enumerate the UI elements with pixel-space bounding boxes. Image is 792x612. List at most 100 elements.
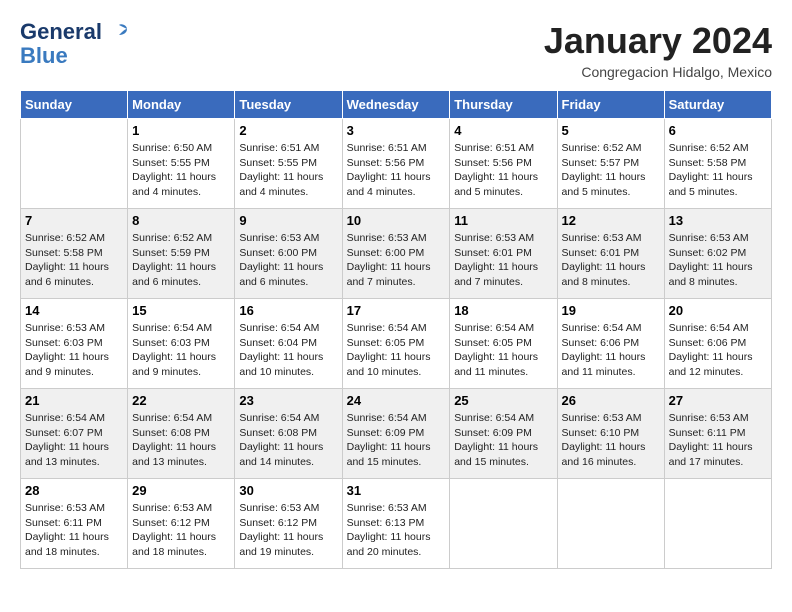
calendar-table: SundayMondayTuesdayWednesdayThursdayFrid…	[20, 90, 772, 569]
day-info: Sunrise: 6:54 AMSunset: 6:06 PMDaylight:…	[669, 321, 767, 380]
day-number: 2	[239, 123, 337, 138]
day-number: 13	[669, 213, 767, 228]
day-number: 5	[562, 123, 660, 138]
calendar-cell	[664, 479, 771, 569]
calendar-cell: 17 Sunrise: 6:54 AMSunset: 6:05 PMDayligh…	[342, 299, 450, 389]
calendar-cell: 28 Sunrise: 6:53 AMSunset: 6:11 PMDayligh…	[21, 479, 128, 569]
calendar-cell: 30 Sunrise: 6:53 AMSunset: 6:12 PMDayligh…	[235, 479, 342, 569]
calendar-cell: 2 Sunrise: 6:51 AMSunset: 5:55 PMDaylight…	[235, 119, 342, 209]
day-number: 26	[562, 393, 660, 408]
day-number: 21	[25, 393, 123, 408]
day-info: Sunrise: 6:53 AMSunset: 6:01 PMDaylight:…	[454, 231, 552, 290]
weekday-header: Tuesday	[235, 91, 342, 119]
day-info: Sunrise: 6:54 AMSunset: 6:06 PMDaylight:…	[562, 321, 660, 380]
day-number: 24	[347, 393, 446, 408]
day-info: Sunrise: 6:54 AMSunset: 6:08 PMDaylight:…	[132, 411, 230, 470]
day-info: Sunrise: 6:53 AMSunset: 6:00 PMDaylight:…	[347, 231, 446, 290]
calendar-cell	[21, 119, 128, 209]
weekday-header: Thursday	[450, 91, 557, 119]
calendar-week-row: 28 Sunrise: 6:53 AMSunset: 6:11 PMDayligh…	[21, 479, 772, 569]
calendar-cell: 18 Sunrise: 6:54 AMSunset: 6:05 PMDayligh…	[450, 299, 557, 389]
day-number: 17	[347, 303, 446, 318]
location: Congregacion Hidalgo, Mexico	[544, 64, 772, 80]
calendar-header-row: SundayMondayTuesdayWednesdayThursdayFrid…	[21, 91, 772, 119]
day-info: Sunrise: 6:53 AMSunset: 6:12 PMDaylight:…	[132, 501, 230, 560]
day-number: 3	[347, 123, 446, 138]
calendar-cell: 13 Sunrise: 6:53 AMSunset: 6:02 PMDayligh…	[664, 209, 771, 299]
day-number: 30	[239, 483, 337, 498]
day-number: 28	[25, 483, 123, 498]
day-number: 31	[347, 483, 446, 498]
calendar-cell: 19 Sunrise: 6:54 AMSunset: 6:06 PMDayligh…	[557, 299, 664, 389]
calendar-cell: 3Sunrise: 6:51 AMSunset: 5:56 PMDaylight…	[342, 119, 450, 209]
day-info: Sunrise: 6:53 AMSunset: 6:10 PMDaylight:…	[562, 411, 660, 470]
day-number: 27	[669, 393, 767, 408]
day-number: 4	[454, 123, 552, 138]
day-number: 14	[25, 303, 123, 318]
calendar-cell: 6 Sunrise: 6:52 AMSunset: 5:58 PMDaylight…	[664, 119, 771, 209]
day-info: Sunrise: 6:53 AMSunset: 6:01 PMDaylight:…	[562, 231, 660, 290]
logo: General Blue	[20, 20, 129, 68]
calendar-cell: 24 Sunrise: 6:54 AMSunset: 6:09 PMDayligh…	[342, 389, 450, 479]
calendar-cell: 29 Sunrise: 6:53 AMSunset: 6:12 PMDayligh…	[128, 479, 235, 569]
day-info: Sunrise: 6:53 AMSunset: 6:12 PMDaylight:…	[239, 501, 337, 560]
day-info: Sunrise: 6:54 AMSunset: 6:07 PMDaylight:…	[25, 411, 123, 470]
calendar-cell: 16 Sunrise: 6:54 AMSunset: 6:04 PMDayligh…	[235, 299, 342, 389]
day-info: Sunrise: 6:52 AMSunset: 5:58 PMDaylight:…	[669, 141, 767, 200]
day-number: 25	[454, 393, 552, 408]
calendar-cell: 11 Sunrise: 6:53 AMSunset: 6:01 PMDayligh…	[450, 209, 557, 299]
day-number: 12	[562, 213, 660, 228]
day-info: Sunrise: 6:53 AMSunset: 6:11 PMDaylight:…	[25, 501, 123, 560]
calendar-cell: 8 Sunrise: 6:52 AMSunset: 5:59 PMDaylight…	[128, 209, 235, 299]
weekday-header: Saturday	[664, 91, 771, 119]
calendar-cell: 9Sunrise: 6:53 AMSunset: 6:00 PMDaylight…	[235, 209, 342, 299]
weekday-header: Friday	[557, 91, 664, 119]
weekday-header: Sunday	[21, 91, 128, 119]
day-number: 16	[239, 303, 337, 318]
day-info: Sunrise: 6:53 AMSunset: 6:02 PMDaylight:…	[669, 231, 767, 290]
calendar-cell	[450, 479, 557, 569]
calendar-cell: 22 Sunrise: 6:54 AMSunset: 6:08 PMDayligh…	[128, 389, 235, 479]
day-number: 7	[25, 213, 123, 228]
calendar-cell: 26 Sunrise: 6:53 AMSunset: 6:10 PMDayligh…	[557, 389, 664, 479]
day-number: 19	[562, 303, 660, 318]
day-number: 23	[239, 393, 337, 408]
day-info: Sunrise: 6:53 AMSunset: 6:00 PMDaylight:…	[239, 231, 337, 290]
day-number: 10	[347, 213, 446, 228]
calendar-cell: 27 Sunrise: 6:53 AMSunset: 6:11 PMDayligh…	[664, 389, 771, 479]
day-number: 6	[669, 123, 767, 138]
day-info: Sunrise: 6:53 AMSunset: 6:03 PMDaylight:…	[25, 321, 123, 380]
day-number: 11	[454, 213, 552, 228]
logo-blue: Blue	[20, 44, 129, 68]
day-info: Sunrise: 6:52 AMSunset: 5:59 PMDaylight:…	[132, 231, 230, 290]
day-number: 18	[454, 303, 552, 318]
day-number: 1	[132, 123, 230, 138]
calendar-cell: 20Sunrise: 6:54 AMSunset: 6:06 PMDayligh…	[664, 299, 771, 389]
title-section: January 2024 Congregacion Hidalgo, Mexic…	[544, 20, 772, 80]
day-number: 15	[132, 303, 230, 318]
day-info: Sunrise: 6:54 AMSunset: 6:03 PMDaylight:…	[132, 321, 230, 380]
day-info: Sunrise: 6:54 AMSunset: 6:05 PMDaylight:…	[454, 321, 552, 380]
day-number: 22	[132, 393, 230, 408]
calendar-cell: 5 Sunrise: 6:52 AMSunset: 5:57 PMDaylight…	[557, 119, 664, 209]
calendar-week-row: 14 Sunrise: 6:53 AMSunset: 6:03 PMDayligh…	[21, 299, 772, 389]
day-info: Sunrise: 6:51 AMSunset: 5:55 PMDaylight:…	[239, 141, 337, 200]
calendar-cell: 14 Sunrise: 6:53 AMSunset: 6:03 PMDayligh…	[21, 299, 128, 389]
day-info: Sunrise: 6:53 AMSunset: 6:13 PMDaylight:…	[347, 501, 446, 560]
day-info: Sunrise: 6:52 AMSunset: 5:57 PMDaylight:…	[562, 141, 660, 200]
day-number: 29	[132, 483, 230, 498]
logo-bird-icon	[109, 23, 129, 43]
day-info: Sunrise: 6:54 AMSunset: 6:09 PMDaylight:…	[454, 411, 552, 470]
calendar-cell: 23 Sunrise: 6:54 AMSunset: 6:08 PMDayligh…	[235, 389, 342, 479]
calendar-cell: 4Sunrise: 6:51 AMSunset: 5:56 PMDaylight…	[450, 119, 557, 209]
day-info: Sunrise: 6:54 AMSunset: 6:05 PMDaylight:…	[347, 321, 446, 380]
calendar-cell	[557, 479, 664, 569]
day-number: 8	[132, 213, 230, 228]
calendar-cell: 25 Sunrise: 6:54 AMSunset: 6:09 PMDayligh…	[450, 389, 557, 479]
day-info: Sunrise: 6:54 AMSunset: 6:04 PMDaylight:…	[239, 321, 337, 380]
day-info: Sunrise: 6:53 AMSunset: 6:11 PMDaylight:…	[669, 411, 767, 470]
day-info: Sunrise: 6:54 AMSunset: 6:08 PMDaylight:…	[239, 411, 337, 470]
day-info: Sunrise: 6:50 AMSunset: 5:55 PMDaylight:…	[132, 141, 230, 200]
calendar-week-row: 1 Sunrise: 6:50 AMSunset: 5:55 PMDaylight…	[21, 119, 772, 209]
day-info: Sunrise: 6:54 AMSunset: 6:09 PMDaylight:…	[347, 411, 446, 470]
